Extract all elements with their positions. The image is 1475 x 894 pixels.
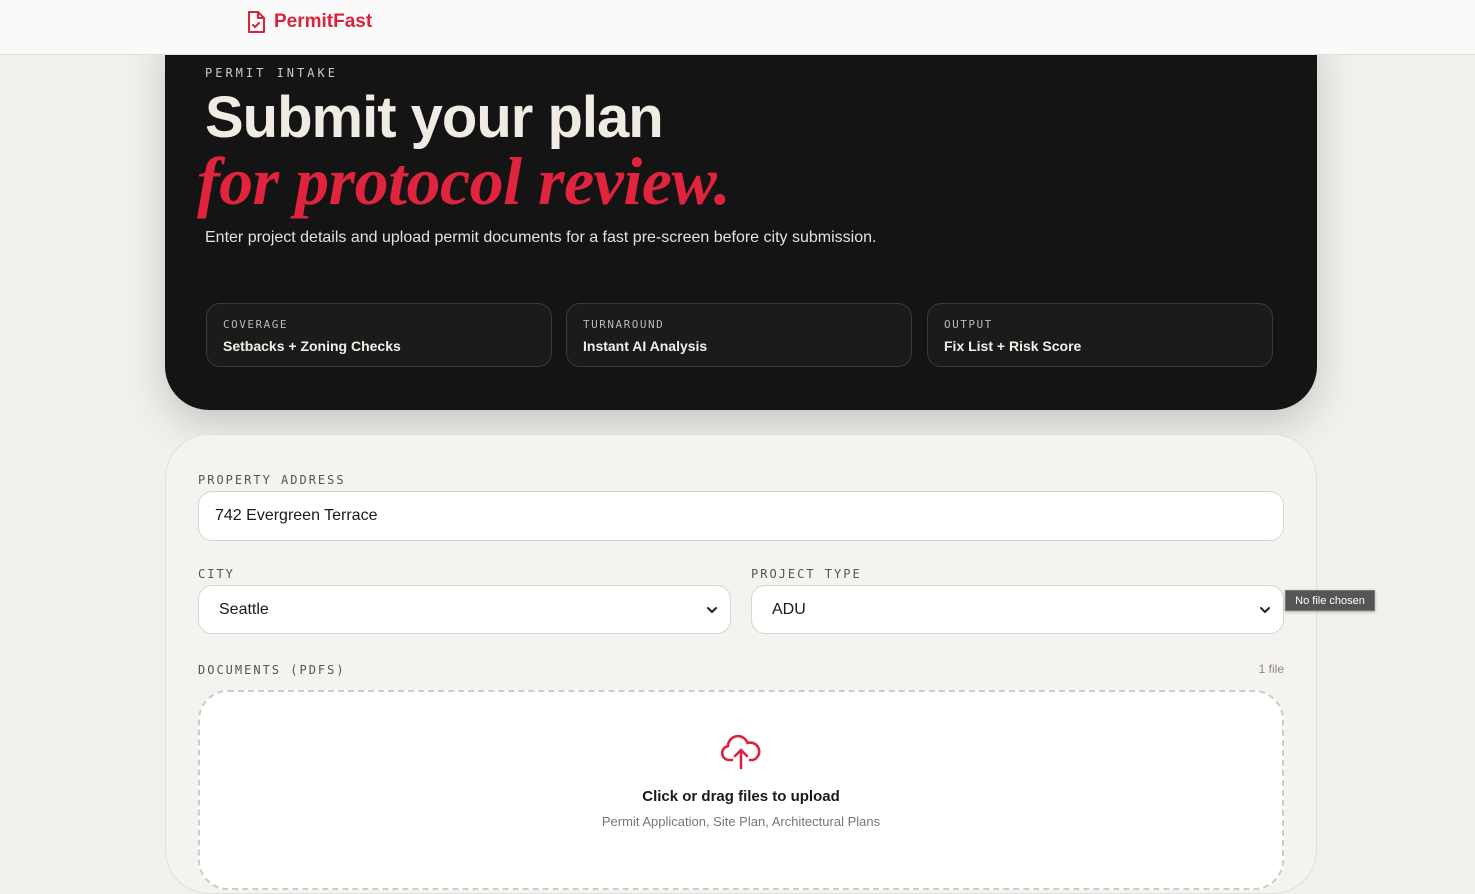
hero-title: Submit your plan [205,85,664,150]
address-input[interactable] [198,491,1284,541]
stat-value: Instant AI Analysis [583,338,708,354]
city-selected-value: Seattle [219,600,269,618]
hero-title-accent: for protocol review. [197,143,731,219]
top-navbar: PermitFast [0,0,1475,55]
project-type-selected-value: ADU [772,600,806,618]
chevron-down-icon [706,606,718,614]
stat-card-coverage: COVERAGE Setbacks + Zoning Checks [206,303,552,367]
stat-label: COVERAGE [223,318,288,331]
stat-label: OUTPUT [944,318,993,331]
brand-logo[interactable]: PermitFast [246,10,372,34]
address-label: PROPERTY ADDRESS [198,473,346,487]
file-check-icon [248,11,265,33]
stat-card-turnaround: TURNAROUND Instant AI Analysis [566,303,912,367]
upload-title: Click or drag files to upload [642,788,840,805]
project-type-select[interactable]: ADU [751,585,1284,634]
file-input-tooltip: No file chosen [1285,590,1375,611]
brand-name: PermitFast [274,11,373,32]
file-count: 1 file [1258,662,1284,676]
city-label: CITY [198,567,235,581]
stat-label: TURNAROUND [583,318,665,331]
hero-eyebrow: PERMIT INTAKE [205,66,338,80]
chevron-down-icon [1259,606,1271,614]
cloud-upload-icon [720,734,761,770]
upload-hint: Permit Application, Site Plan, Architect… [601,814,881,829]
file-dropzone[interactable]: Click or drag files to upload Permit App… [198,690,1284,890]
city-select[interactable]: Seattle [198,585,731,634]
project-type-label: PROJECT TYPE [751,567,862,581]
documents-label: DOCUMENTS (PDFS) [198,663,346,677]
stat-value: Fix List + Risk Score [944,338,1082,354]
stat-value: Setbacks + Zoning Checks [223,338,401,354]
hero-panel: PERMIT INTAKE Submit your plan for proto… [165,30,1317,410]
stat-card-output: OUTPUT Fix List + Risk Score [927,303,1273,367]
hero-description: Enter project details and upload permit … [205,229,877,246]
